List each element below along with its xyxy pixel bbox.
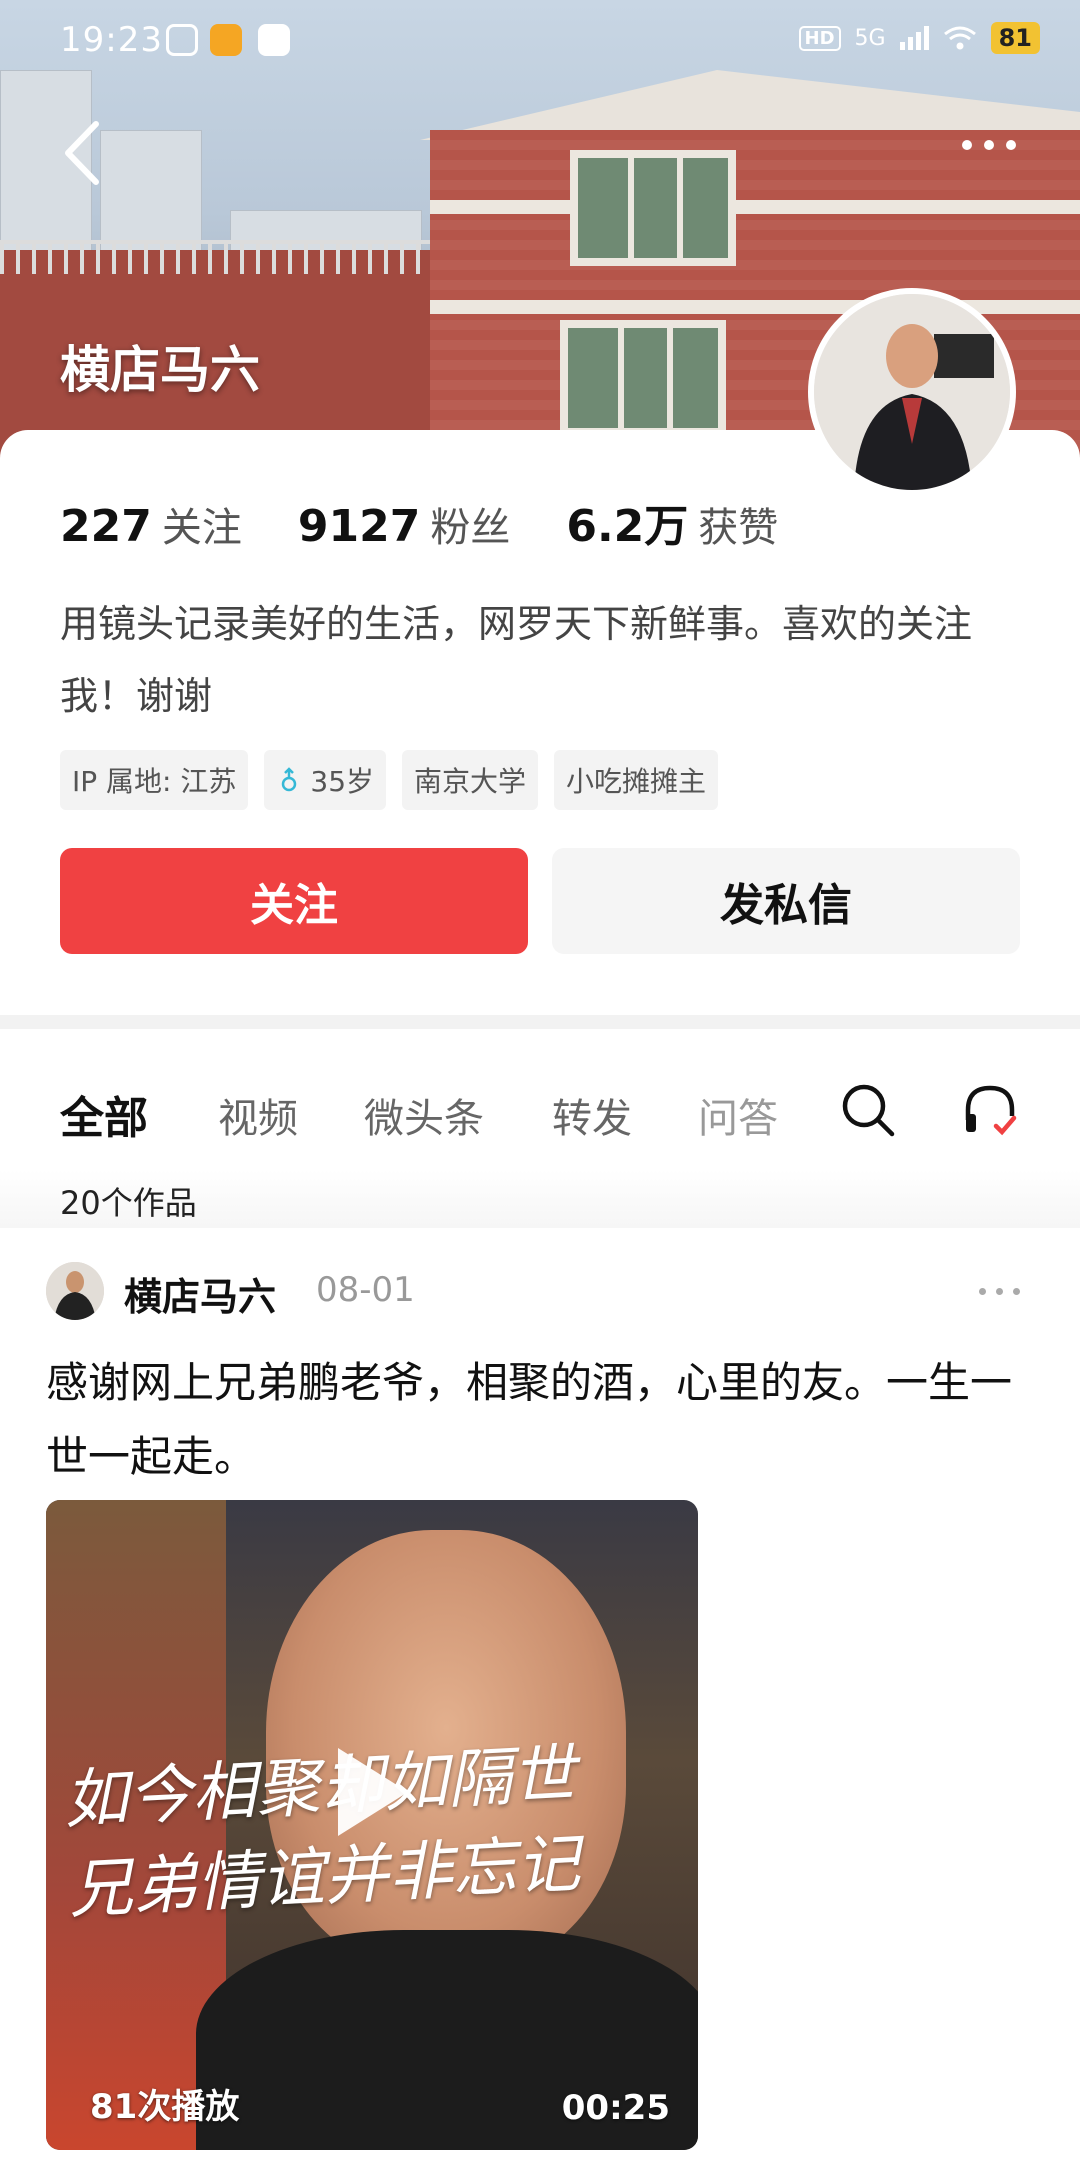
- tab-videos[interactable]: 视频: [218, 1086, 298, 1144]
- stat-label: 获赞: [698, 505, 779, 551]
- post-author-avatar[interactable]: [46, 1262, 104, 1320]
- tag-ip-location: IP 属地: 江苏: [60, 750, 249, 810]
- status-time: 19:23: [60, 20, 163, 60]
- works-count: 20个作品: [60, 1184, 197, 1222]
- tab-qa[interactable]: 问答: [698, 1086, 778, 1144]
- send-message-button[interactable]: 发私信: [552, 848, 1020, 954]
- profile-card: 227 关注 9127 粉丝 6.2万 获赞 用镜头记录美好的生活，网罗天下新鲜…: [0, 430, 1080, 1015]
- balcony-railing: [0, 240, 440, 274]
- profile-avatar[interactable]: [808, 288, 1016, 496]
- profile-name: 横店马六: [60, 341, 260, 399]
- stat-label: 关注: [161, 505, 242, 551]
- post-author-name[interactable]: 横店马六: [124, 1266, 276, 1321]
- status-bar: 19:23 HD 5G 81: [0, 0, 1080, 84]
- signal-icon: [899, 26, 929, 50]
- hd-badge: HD: [798, 25, 841, 51]
- tab-reposts[interactable]: 转发: [552, 1086, 632, 1144]
- stat-label: 粉丝: [430, 505, 511, 551]
- section-divider: [0, 1015, 1080, 1029]
- profile-tags: IP 属地: 江苏 35岁 南京大学 小吃摊摊主: [60, 750, 719, 810]
- profile-bio: 用镜头记录美好的生活，网罗天下新鲜事。喜欢的关注我！谢谢: [60, 602, 973, 718]
- tab-micro-posts[interactable]: 微头条: [364, 1086, 484, 1144]
- more-options-icon[interactable]: [962, 130, 1032, 160]
- stat-following[interactable]: 227 关注: [60, 495, 242, 553]
- headphones-icon[interactable]: [960, 1080, 1020, 1140]
- post-more-icon[interactable]: [979, 1288, 1020, 1295]
- tag-text: 小吃摊摊主: [566, 765, 707, 798]
- app-notification-icon: [258, 24, 290, 56]
- avatar-image: [814, 294, 1010, 490]
- stat-value: 6.2万: [566, 501, 689, 552]
- tag-text: IP 属地: 江苏: [72, 765, 237, 798]
- search-icon[interactable]: [838, 1080, 898, 1140]
- profile-stats: 227 关注 9127 粉丝 6.2万 获赞: [60, 490, 834, 554]
- tag-age: 35岁: [264, 750, 387, 810]
- post-avatar-image: [46, 1262, 104, 1320]
- tag-text: 35岁: [310, 765, 375, 798]
- tag-text: 南京大学: [414, 765, 527, 798]
- post-date: 08-01: [316, 1270, 415, 1310]
- wifi-icon: [943, 26, 976, 50]
- works-count-bar: 20个作品: [0, 1170, 1080, 1228]
- tag-occupation: 小吃摊摊主: [554, 750, 719, 810]
- stat-likes[interactable]: 6.2万 获赞: [566, 490, 778, 554]
- feed-post[interactable]: 横店马六 08-01 感谢网上兄弟鹏老爷，相聚的酒，心里的友。一生一世一起走。 …: [0, 1228, 1080, 2160]
- content-tabs: 全部 视频 微头条 转发 问答: [0, 1050, 1080, 1170]
- tab-all[interactable]: 全部: [60, 1082, 148, 1146]
- follow-button[interactable]: 关注: [60, 848, 528, 954]
- male-icon: [282, 767, 297, 792]
- stat-value: 227: [60, 501, 152, 552]
- app-notification-icon: [210, 24, 242, 56]
- stat-value: 9127: [297, 501, 421, 552]
- stat-followers[interactable]: 9127 粉丝: [298, 495, 510, 553]
- play-icon[interactable]: [338, 1748, 408, 1836]
- tag-school: 南京大学: [402, 750, 539, 810]
- post-text[interactable]: 感谢网上兄弟鹏老爷，相聚的酒，心里的友。一生一世一起走。: [46, 1346, 1036, 1494]
- app-notification-icon: [166, 24, 198, 56]
- post-video[interactable]: 如今相聚却如隔世 兄弟情谊并非忘记 81次播放 00:25: [46, 1500, 698, 2150]
- back-arrow-icon[interactable]: [58, 118, 108, 188]
- video-play-count: 81次播放: [90, 2087, 240, 2127]
- video-duration: 00:25: [561, 2088, 670, 2128]
- battery-icon: 81: [990, 22, 1040, 54]
- network-label: 5G: [854, 25, 886, 51]
